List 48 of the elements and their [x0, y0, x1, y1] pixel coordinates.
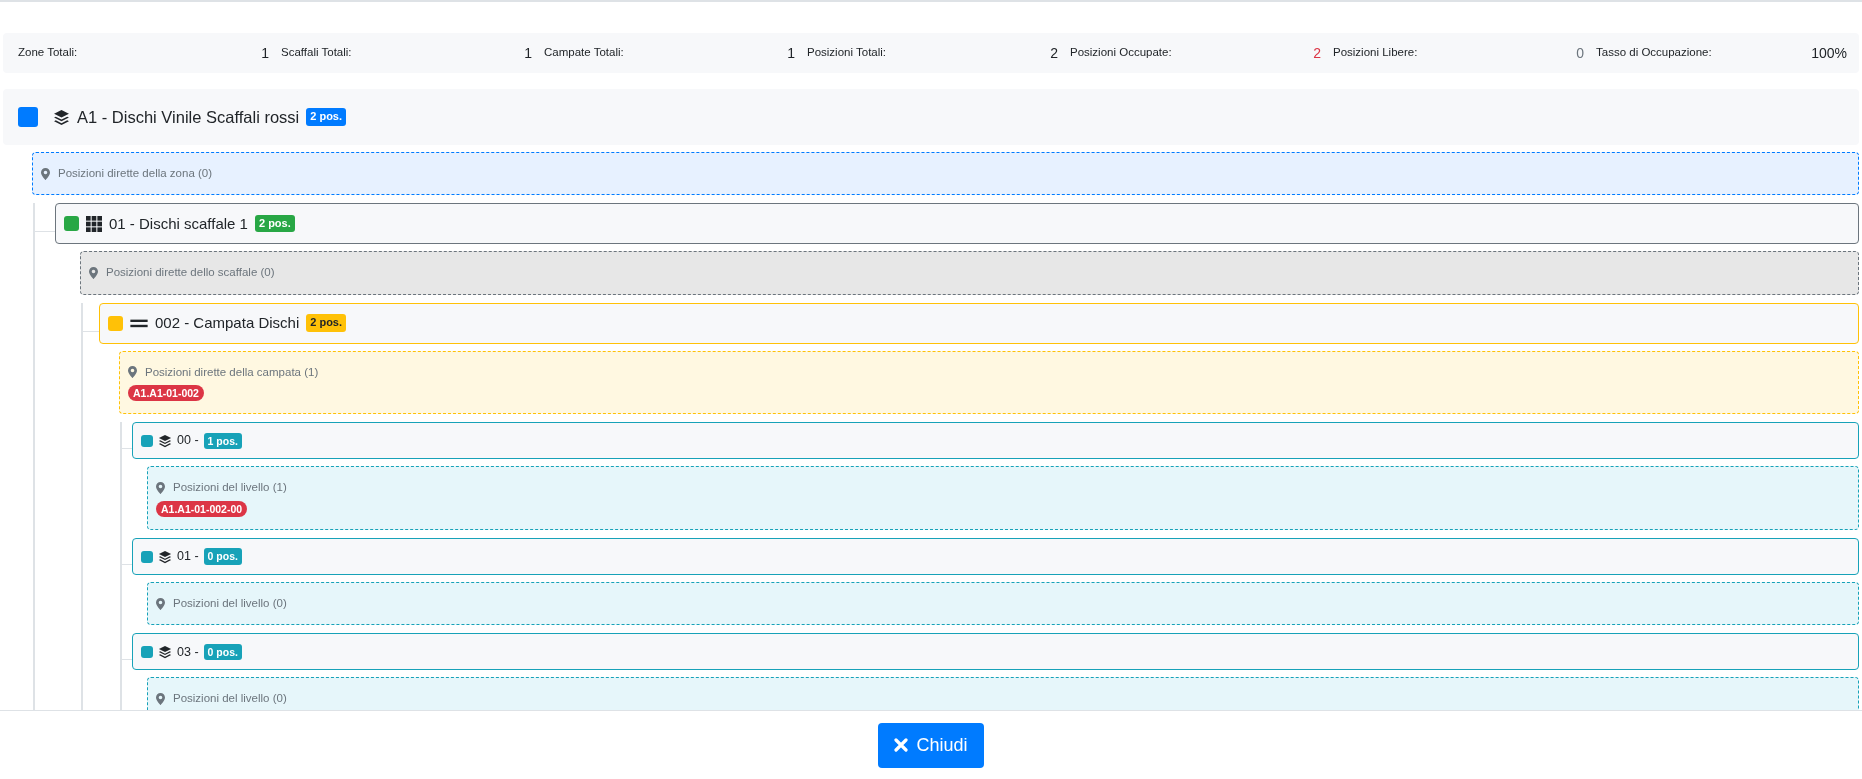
stat-label: Posizioni Libere: — [1333, 45, 1418, 61]
grid-icon — [86, 215, 102, 232]
stat-label: Zone Totali: — [18, 45, 78, 61]
position-count: 2 pos. — [306, 314, 347, 332]
direct-positions-label: Posizioni dirette dello scaffale (0) — [106, 265, 275, 281]
layers-icon — [158, 644, 172, 659]
pin-icon — [156, 597, 165, 610]
direct-positions-label: Posizioni del livello (1) — [173, 480, 287, 496]
stat-value: 2 — [1050, 43, 1058, 63]
node-title: 01 - — [177, 548, 199, 566]
pin-icon — [41, 167, 50, 180]
pin-icon — [89, 266, 98, 279]
position-count: 0 pos. — [203, 643, 242, 661]
node-title: 03 - — [177, 643, 199, 661]
layers-icon — [53, 108, 70, 126]
node-title: 002 - Campata Dischi — [155, 312, 300, 333]
pin-icon — [156, 481, 165, 494]
direct-positions-label: Posizioni del livello (0) — [173, 691, 287, 707]
direct-positions-label: Posizioni dirette della campata (1) — [145, 364, 319, 380]
position-count: 1 pos. — [203, 432, 242, 450]
close-button[interactable]: Chiudi — [878, 722, 984, 768]
position-tag: A1.A1-01-002-00 — [156, 500, 248, 518]
pin-icon — [128, 366, 137, 379]
direct-positions-label: Posizioni dirette della zona (0) — [58, 166, 213, 181]
stat-value: 2 — [1313, 43, 1321, 63]
direct-positions-label: Posizioni del livello (0) — [173, 596, 287, 612]
stat-label: Campate Totali: — [544, 45, 624, 61]
stat-value: 1 — [787, 43, 795, 63]
close-icon — [894, 738, 909, 752]
pin-icon — [156, 693, 165, 706]
position-tag: A1.A1-01-002 — [128, 384, 204, 402]
stat-label: Scaffali Totali: — [281, 45, 352, 61]
layers-icon — [158, 433, 172, 448]
stat-value: 100% — [1811, 43, 1847, 63]
node-title: 00 - — [177, 432, 199, 450]
node-title: A1 - Dischi Vinile Scaffali rossi — [77, 106, 300, 128]
stat-value: 1 — [524, 43, 532, 63]
stat-label: Posizioni Occupate: — [1070, 45, 1172, 61]
position-count: 2 pos. — [306, 108, 347, 126]
position-count: 0 pos. — [203, 548, 242, 565]
node-title: 01 - Dischi scaffale 1 — [109, 213, 248, 234]
stat-label: Tasso di Occupazione: — [1596, 45, 1712, 61]
bars-icon — [130, 317, 148, 329]
position-count: 2 pos. — [254, 215, 295, 233]
stat-value: 1 — [261, 43, 269, 63]
stat-value: 0 — [1576, 43, 1584, 63]
stat-label: Posizioni Totali: — [807, 45, 887, 61]
layers-icon — [158, 549, 172, 564]
